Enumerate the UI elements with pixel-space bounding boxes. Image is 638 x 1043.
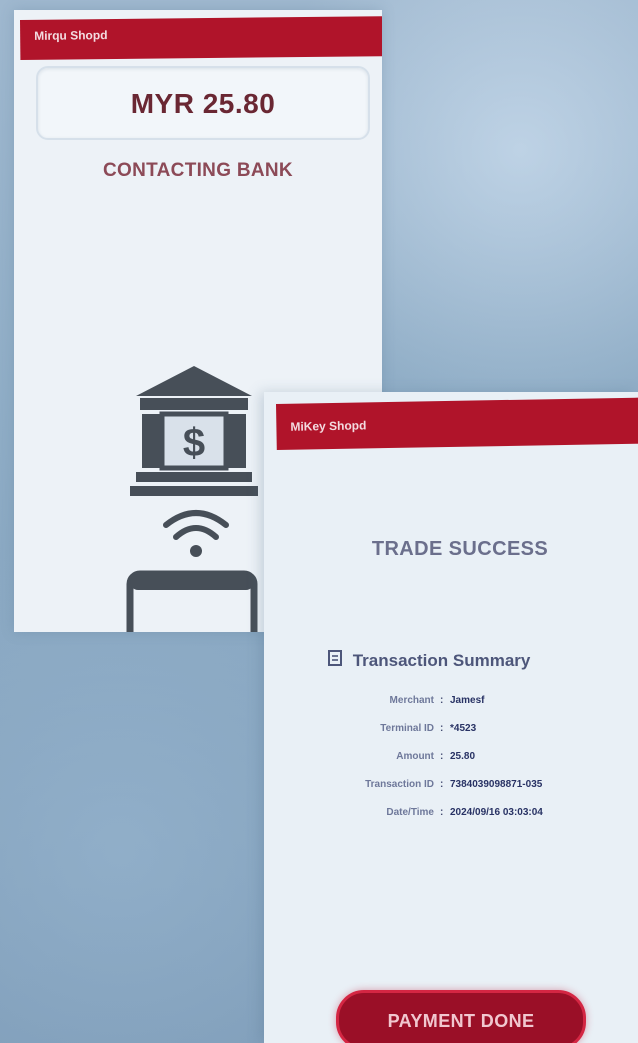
- summary-value: Jamesf: [450, 694, 485, 706]
- result-screen: MiKey Shopd TRADE SUCCESS Transaction Su…: [264, 392, 638, 1043]
- merchant-title: Mirqu Shopd: [34, 28, 108, 43]
- wifi-signal-icon: [163, 510, 229, 557]
- bank-dollar-icon: $: [130, 366, 258, 496]
- document-icon: [328, 650, 348, 671]
- summary-value: *4523: [450, 722, 477, 734]
- summary-value: 7384039098871-035: [450, 778, 543, 790]
- summary-value: 2024/09/16 03:03:04: [450, 806, 543, 818]
- amount-value: MYR 25.80: [130, 88, 276, 119]
- payment-done-label: PAYMENT DONE: [387, 1011, 535, 1031]
- summary-heading: Transaction Summary: [328, 650, 628, 671]
- summary-label: Date/Time: [386, 806, 434, 818]
- merchant-title: MiKey Shopd: [290, 418, 367, 434]
- summary-value: 25.80: [450, 750, 476, 762]
- summary-label: Transaction ID: [365, 778, 434, 790]
- amount-display: MYR 25.80: [36, 66, 370, 140]
- summary-separator: :: [440, 694, 444, 706]
- app-header: Mirqu Shopd: [20, 16, 382, 60]
- summary-row-amount: Amount : 25.80: [304, 742, 614, 770]
- summary-separator: :: [440, 806, 444, 818]
- app-header: MiKey Shopd: [276, 397, 638, 450]
- svg-text:$: $: [183, 421, 205, 465]
- summary-separator: :: [440, 750, 444, 762]
- summary-title: Transaction Summary: [352, 651, 531, 670]
- summary-label: Merchant: [389, 694, 434, 706]
- processing-status: CONTACTING BANK: [103, 160, 293, 181]
- summary-label: Terminal ID: [380, 722, 434, 734]
- summary-row-datetime: Date/Time : 2024/09/16 03:03:04: [304, 798, 614, 826]
- summary-list: Merchant : Jamesf Terminal ID : *4523 Am…: [304, 686, 614, 826]
- payment-done-button[interactable]: PAYMENT DONE: [336, 990, 586, 1043]
- summary-separator: :: [440, 778, 444, 790]
- summary-row-terminal: Terminal ID : *4523: [304, 714, 614, 742]
- summary-row-transaction-id: Transaction ID : 7384039098871-035: [304, 770, 614, 798]
- summary-row-merchant: Merchant : Jamesf: [304, 686, 614, 714]
- summary-separator: :: [440, 722, 444, 734]
- trade-status: TRADE SUCCESS: [371, 538, 549, 560]
- summary-label: Amount: [396, 750, 434, 762]
- phone-icon: [126, 570, 258, 632]
